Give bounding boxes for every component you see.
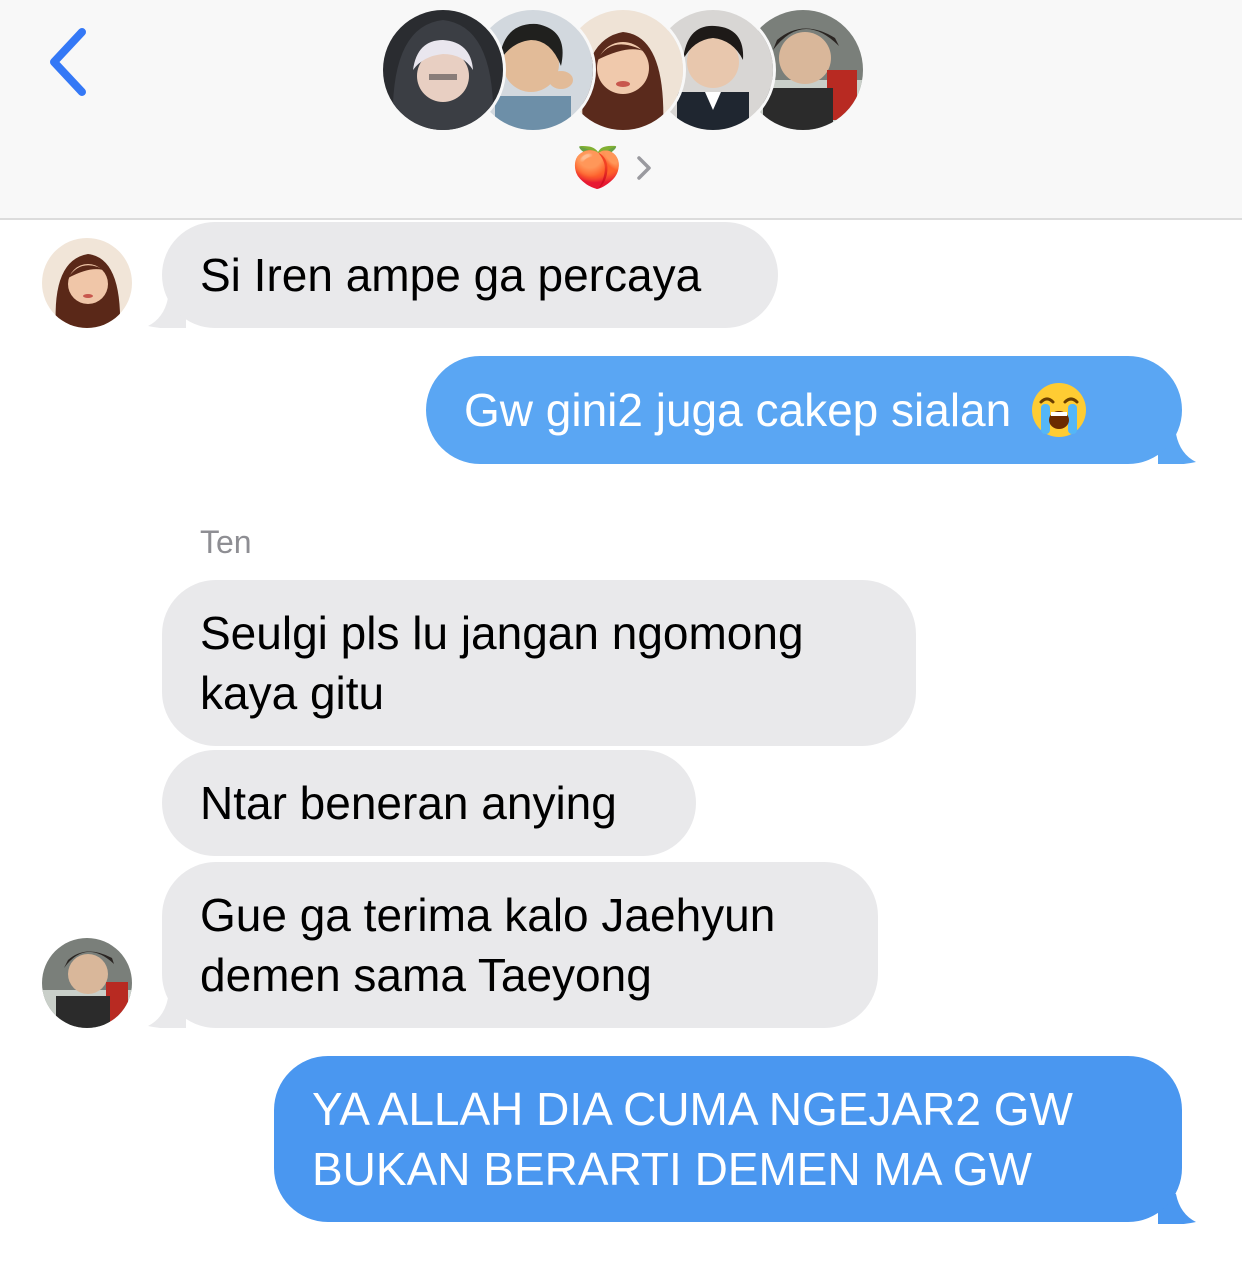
- message-bubble-incoming[interactable]: Si Iren ampe ga percaya: [162, 222, 778, 328]
- message-line: kaya gitu: [200, 667, 385, 719]
- message-line: YA ALLAH DIA CUMA NGEJAR2 GW: [312, 1083, 1073, 1135]
- loudly-crying-face-icon: [1032, 383, 1087, 437]
- message-line: Gue ga terima kalo Jaehyun: [200, 889, 776, 941]
- message-text: Ntar beneran anying: [200, 777, 617, 829]
- back-chevron-icon[interactable]: [40, 22, 100, 102]
- chevron-right-icon: [637, 156, 651, 180]
- sender-name: Ten: [200, 524, 252, 560]
- group-avatars[interactable]: [383, 10, 863, 134]
- message-bubble-outgoing[interactable]: Gw gini2 juga cakep sialan: [426, 356, 1182, 464]
- group-name-button[interactable]: 🍑: [0, 140, 1242, 196]
- message-bubble-incoming[interactable]: Gue ga terima kalo Jaehyun demen sama Ta…: [162, 862, 878, 1028]
- group-avatar-1: [383, 10, 503, 130]
- message-bubble-incoming[interactable]: Seulgi pls lu jangan ngomong kaya gitu: [162, 580, 916, 746]
- sender-avatar-ten[interactable]: [42, 938, 132, 1028]
- message-line: Seulgi pls lu jangan ngomong: [200, 607, 804, 659]
- sender-avatar-seulgi[interactable]: [42, 238, 132, 328]
- message-text: Si Iren ampe ga percaya: [200, 249, 702, 301]
- message-text: Gw gini2 juga cakep sialan: [464, 384, 1012, 436]
- message-line: demen sama Taeyong: [200, 949, 652, 1001]
- peach-emoji-icon: 🍑: [572, 146, 622, 190]
- message-bubble-outgoing[interactable]: YA ALLAH DIA CUMA NGEJAR2 GW BUKAN BERAR…: [274, 1056, 1182, 1222]
- message-bubble-incoming[interactable]: Ntar beneran anying: [162, 750, 696, 856]
- conversation-header: 🍑: [0, 0, 1242, 220]
- message-line: BUKAN BERARTI DEMEN MA GW: [312, 1143, 1032, 1195]
